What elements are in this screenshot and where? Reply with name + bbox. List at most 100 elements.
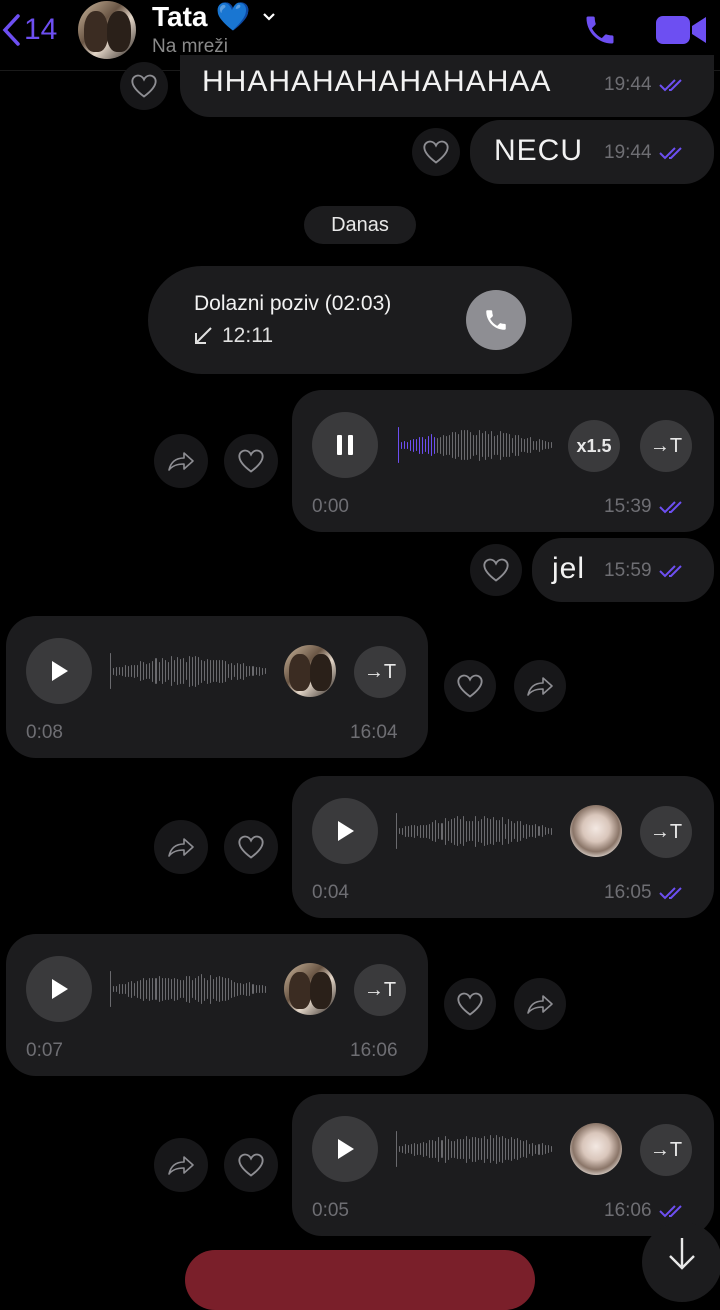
phone-icon (586, 16, 614, 44)
like-button[interactable] (444, 978, 496, 1030)
voice-message-incoming[interactable]: →T 0:07 16:06 (6, 934, 428, 1076)
waveform-bar (539, 438, 540, 452)
heart-outline-icon (238, 835, 264, 859)
transcribe-button[interactable]: →T (354, 646, 406, 698)
share-button[interactable] (154, 1138, 208, 1192)
chevron-down-icon[interactable] (260, 8, 278, 26)
waveform-bar (161, 658, 163, 684)
waveform-bar (194, 655, 196, 687)
share-icon (168, 1156, 194, 1175)
blue-heart-emoji: 💙 (215, 1, 251, 32)
message-bubble-outgoing[interactable]: NECU 19:44 (470, 120, 714, 184)
share-icon (168, 838, 194, 857)
playback-speed-button[interactable]: x1.5 (568, 420, 620, 472)
pause-button[interactable] (312, 412, 378, 478)
waveform-bar (521, 438, 522, 452)
play-button[interactable] (26, 638, 92, 704)
waveform-bar (399, 828, 401, 834)
waveform-bar (237, 982, 239, 996)
back-button[interactable]: 14 (0, 10, 57, 50)
scroll-to-bottom-button[interactable] (642, 1222, 720, 1302)
waveform-bar (252, 666, 254, 676)
play-button[interactable] (312, 1116, 378, 1182)
call-back-button[interactable] (466, 290, 526, 350)
waveform-bar (137, 980, 139, 998)
waveform-bar (264, 668, 266, 674)
share-button[interactable] (514, 978, 566, 1030)
voice-waveform[interactable] (398, 423, 552, 467)
message-text: HHAHAHAHAHAHAHAA (202, 65, 552, 98)
waveform-bar (486, 817, 488, 845)
waveform-bar (459, 818, 461, 844)
waveform-bar (182, 980, 184, 998)
voice-waveform[interactable] (396, 1127, 552, 1171)
share-button[interactable] (154, 820, 208, 874)
message-time: 16:06 (604, 1200, 652, 1221)
share-button[interactable] (514, 660, 566, 712)
message-meta: 15:39 (604, 496, 688, 518)
read-check-icon (658, 565, 682, 578)
waveform-bar (535, 1144, 537, 1154)
contact-avatar[interactable] (78, 1, 136, 59)
waveform-bar (398, 427, 399, 463)
waveform-bar (483, 1135, 485, 1163)
waveform-bar (399, 1146, 401, 1152)
voice-message-outgoing[interactable]: →T 0:04 16:05 (292, 776, 714, 918)
like-button[interactable] (224, 1138, 278, 1192)
waveform-bar (116, 666, 118, 676)
video-call-button[interactable] (652, 8, 710, 52)
sender-avatar (570, 1123, 622, 1175)
waveform-bar (526, 823, 528, 839)
waveform-bar (444, 817, 446, 845)
waveform-bar (423, 1141, 425, 1157)
transcribe-button[interactable]: →T (640, 1124, 692, 1176)
waveform-bar (167, 978, 169, 1000)
voice-message-outgoing[interactable]: x1.5 →T 0:00 15:39 (292, 390, 714, 532)
play-button[interactable] (26, 956, 92, 1022)
message-bubble-outgoing[interactable]: HHAHAHAHAHAHAHAA 19:44 (180, 55, 714, 117)
voice-waveform[interactable] (110, 649, 266, 693)
waveform-bar (113, 986, 115, 992)
like-button[interactable] (120, 62, 168, 110)
message-meta: 19:44 (604, 142, 688, 164)
waveform-bar (459, 1139, 461, 1159)
waveform-bar (474, 815, 476, 847)
transcribe-button[interactable]: →T (640, 806, 692, 858)
waveform-bar (435, 1140, 437, 1158)
voice-message-incoming[interactable]: →T 0:08 16:04 (6, 616, 428, 758)
contact-name-row[interactable]: Tata 💙 (152, 0, 278, 33)
sender-avatar (570, 805, 622, 857)
heart-outline-icon (423, 140, 449, 164)
like-button[interactable] (412, 128, 460, 176)
voice-message-outgoing[interactable]: →T 0:05 16:06 (292, 1094, 714, 1236)
like-button[interactable] (470, 544, 522, 596)
waveform-bar (122, 984, 124, 994)
play-icon (338, 821, 354, 841)
voice-waveform[interactable] (110, 967, 266, 1011)
waveform-bar (550, 1146, 552, 1152)
voice-call-button[interactable] (578, 8, 622, 52)
play-button[interactable] (312, 798, 378, 864)
transcribe-button[interactable]: →T (354, 964, 406, 1016)
voice-waveform[interactable] (396, 809, 552, 853)
waveform-bar (477, 1138, 479, 1160)
waveform-bar (489, 818, 491, 844)
waveform-bar (420, 1143, 422, 1155)
transcribe-button[interactable]: →T (640, 420, 692, 472)
waveform-bar (511, 1137, 513, 1161)
waveform-bar (155, 978, 157, 1000)
waveform-bar (110, 971, 112, 1007)
like-button[interactable] (444, 660, 496, 712)
heart-outline-icon (238, 449, 264, 473)
waveform-bar (483, 816, 485, 846)
waveform-bar (164, 978, 166, 1000)
like-button[interactable] (224, 434, 278, 488)
waveform-bar (520, 1140, 522, 1158)
message-time: 15:59 (604, 560, 652, 581)
like-button[interactable] (224, 820, 278, 874)
incoming-call-bubble[interactable]: Dolazni poziv (02:03) 12:11 (148, 266, 572, 374)
waveform-bar (176, 978, 178, 1000)
share-button[interactable] (154, 434, 208, 488)
message-bubble-outgoing[interactable]: jel 15:59 (532, 538, 714, 602)
bottom-action-button[interactable] (185, 1250, 535, 1310)
